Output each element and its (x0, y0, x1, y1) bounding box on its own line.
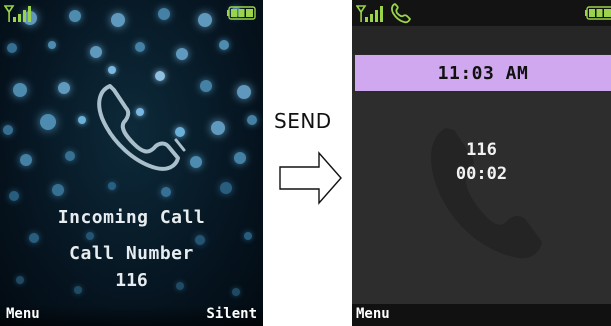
bokeh-dot (86, 232, 94, 240)
silent-softkey[interactable]: Silent (206, 306, 257, 322)
battery-icon (585, 6, 611, 20)
incoming-call-title: Incoming Call (57, 207, 206, 228)
phone-handset-icon (97, 84, 186, 171)
right-arrow-icon (279, 151, 342, 205)
bokeh-dot (40, 114, 56, 130)
bokeh-dot (234, 152, 246, 164)
bokeh-dot (108, 182, 116, 190)
battery-icon (227, 6, 256, 20)
send-label: SEND (274, 109, 332, 133)
bokeh-dot (237, 85, 251, 99)
phone-call-icon (391, 3, 411, 24)
call-number-label: Call Number (69, 243, 194, 264)
bokeh-dot (135, 42, 145, 52)
bokeh-dot (29, 233, 39, 243)
softkey-bar: Menu (352, 304, 611, 326)
menu-softkey[interactable]: Menu (6, 306, 40, 322)
incoming-call-screen: Incoming Call Call Number 116 Menu Silen… (0, 0, 263, 326)
call-duration: 00:02 (455, 164, 508, 184)
bokeh-dot (20, 154, 32, 166)
bokeh-dot (108, 66, 116, 74)
bokeh-dot (52, 184, 64, 196)
bokeh-dot (78, 116, 86, 124)
bokeh-dot (211, 121, 225, 135)
menu-softkey[interactable]: Menu (356, 306, 390, 322)
header-spacer (352, 26, 611, 54)
bokeh-dot (58, 82, 70, 94)
bokeh-dot (219, 40, 229, 50)
bokeh-dot (247, 115, 257, 125)
bokeh-dot (48, 41, 56, 49)
bokeh-dot (90, 46, 102, 58)
active-call-screen: 11:03 AM 116 00:02 Menu (352, 0, 611, 326)
call-number-value: 116 (115, 270, 148, 291)
clock-display: 11:03 AM (355, 55, 611, 91)
bokeh-dot (3, 125, 13, 135)
status-bar (352, 0, 611, 26)
signal-strength-icon (356, 5, 383, 22)
bokeh-dot (190, 156, 202, 168)
bokeh-dot (244, 232, 252, 240)
bokeh-dot (200, 80, 212, 92)
bokeh-dot (176, 48, 188, 60)
active-call-number: 116 (466, 140, 497, 160)
bokeh-dot (13, 83, 27, 97)
bokeh-dot (7, 43, 17, 53)
bokeh-dot (220, 182, 232, 194)
softkey-bar: Menu Silent (0, 304, 263, 326)
bokeh-dot (65, 151, 75, 161)
signal-strength-icon (4, 5, 31, 22)
status-bar (0, 0, 263, 26)
bokeh-dot (9, 191, 19, 201)
bokeh-dot (161, 187, 171, 197)
